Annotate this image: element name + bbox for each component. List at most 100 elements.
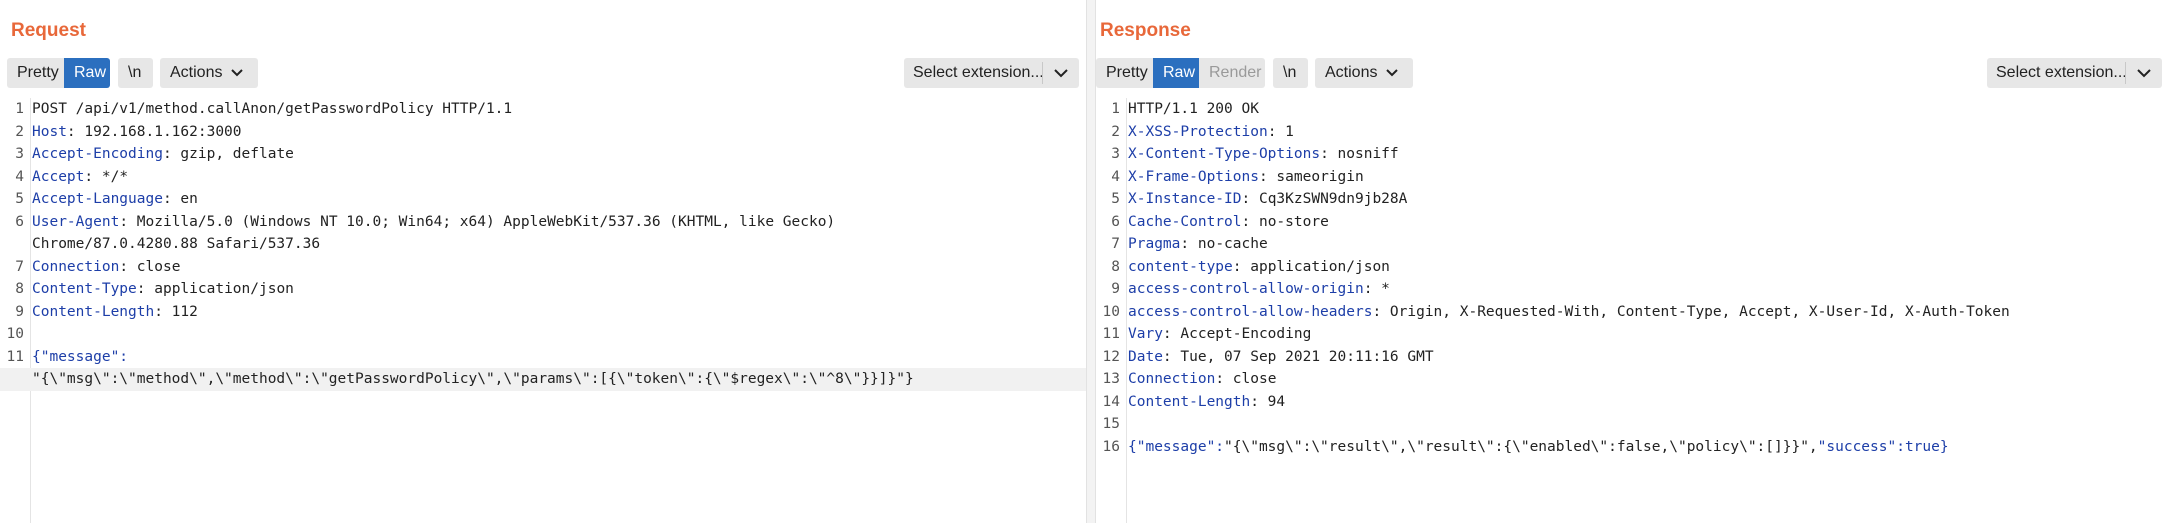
code-line: 7 Connection: close (0, 256, 1086, 279)
response-editor[interactable]: 1 HTTP/1.1 200 OK 2 X-XSS-Protection: 1 3 X-C… (1096, 98, 2182, 523)
line-text: X-Frame-Options: sameorigin (1128, 166, 1364, 189)
request-title: Request (11, 20, 86, 41)
code-line: 10 (0, 323, 1086, 346)
header-value: * (1372, 281, 1390, 297)
line-text: Accept-Language: en (32, 188, 198, 211)
line-text: {"message":"{\"msg\":\"result\",\"result… (1128, 436, 1949, 459)
line-number: 4 (15, 168, 24, 185)
request-extension-select[interactable]: Select extension... (904, 58, 1079, 88)
line-text: Pragma: no-cache (1128, 233, 1268, 256)
line-content: HTTP/1.1 200 OK (1128, 101, 1259, 117)
response-raw-button[interactable]: Raw (1153, 58, 1199, 88)
line-number: 16 (1102, 438, 1120, 455)
header-value: gzip, deflate (171, 146, 294, 162)
line-number: 5 (1111, 191, 1120, 207)
header-value: application/json (1241, 258, 1390, 275)
json-key: {"message": (32, 348, 129, 365)
header-value: 112 (162, 303, 198, 320)
response-pretty-button[interactable]: Pretty (1096, 58, 1153, 88)
line-number: 4 (1111, 168, 1120, 185)
line-number: 15 (1102, 416, 1120, 432)
code-line: 14 Content-Length: 94 (1096, 391, 2182, 414)
line-text: Chrome/87.0.4280.88 Safari/537.36 (32, 233, 320, 256)
header-value: 1 (1276, 123, 1294, 140)
response-toolbar: Pretty Raw Render \n Actions Select exte… (1096, 58, 2175, 88)
header-name: Content-Length (32, 303, 155, 320)
line-text: Date: Tue, 07 Sep 2021 20:11:16 GMT (1128, 346, 1434, 369)
line-text: Connection: close (32, 256, 180, 279)
code-line: 5 Accept-Language: en (0, 188, 1086, 211)
header-name: X-Instance-ID (1128, 191, 1242, 207)
header-separator: : (119, 213, 129, 230)
header-separator: : (66, 123, 76, 140)
chevron-down-icon (231, 69, 244, 77)
header-name: User-Agent (32, 213, 120, 230)
response-extension-select[interactable]: Select extension... (1987, 58, 2162, 88)
code-line: "{\"msg\":\"method\",\"method\":\"getPas… (0, 368, 1086, 391)
line-text: X-Content-Type-Options: nosniff (1128, 143, 1399, 166)
line-text: Accept: */* (32, 166, 128, 189)
code-line: Chrome/87.0.4280.88 Safari/537.36 (0, 233, 1086, 256)
code-line: 13 Connection: close (1096, 368, 2182, 391)
response-extension-label: Select extension... (1996, 64, 2127, 81)
line-number: 6 (15, 213, 24, 230)
request-actions-menu[interactable]: Actions (160, 58, 258, 88)
line-text: {"message": (32, 346, 128, 369)
response-render-button[interactable]: Render (1199, 58, 1265, 88)
line-text: Content-Length: 112 (32, 301, 198, 324)
line-text: X-XSS-Protection: 1 (1128, 121, 1294, 144)
line-content: "{\"msg\":\"method\",\"method\":\"getPas… (32, 371, 914, 387)
line-number: 7 (15, 258, 24, 275)
response-actions-menu[interactable]: Actions (1315, 58, 1413, 88)
line-number: 2 (1111, 123, 1120, 140)
header-value: sameorigin (1267, 168, 1364, 185)
code-line: 1 POST /api/v1/method.callAnon/getPasswor… (0, 98, 1086, 121)
request-editor[interactable]: 1 POST /api/v1/method.callAnon/getPasswor… (0, 98, 1086, 523)
request-raw-button[interactable]: Raw (64, 58, 110, 88)
header-separator: : (162, 191, 172, 207)
header-name: access-control-allow-origin (1128, 281, 1364, 297)
header-name: Vary (1128, 326, 1163, 342)
request-newline-toggle[interactable]: \n (118, 58, 153, 88)
header-separator: : (1162, 326, 1172, 342)
code-line: 2 Host: 192.168.1.162:3000 (0, 121, 1086, 144)
json-key: "success":true} (1817, 438, 1949, 455)
code-line: 4 Accept: */* (0, 166, 1086, 189)
request-actions-label: Actions (170, 64, 223, 81)
request-pretty-button[interactable]: Pretty (7, 58, 64, 88)
pane-splitter[interactable] (1086, 0, 1096, 523)
header-name: Connection (32, 258, 120, 275)
code-line: 3 Accept-Encoding: gzip, deflate (0, 143, 1086, 166)
header-separator: : (162, 146, 172, 162)
line-content: POST /api/v1/method.callAnon/getPassword… (32, 101, 513, 117)
line-number: 11 (6, 348, 24, 365)
code-line: 9 access-control-allow-origin: * (1096, 278, 2182, 301)
line-number: 9 (15, 303, 24, 320)
header-separator: : (1320, 146, 1329, 162)
header-value: Origin, X-Requested-With, Content-Type, … (1381, 303, 2010, 320)
header-name: Content-Length (1128, 393, 1251, 410)
code-line: 10 access-control-allow-headers: Origin, … (1096, 301, 2182, 324)
line-number: 2 (15, 123, 24, 140)
header-value: Mozilla/5.0 (Windows NT 10.0; Win64; x64… (128, 213, 836, 230)
header-value: no-store (1250, 213, 1329, 230)
line-number: 12 (1102, 348, 1120, 365)
header-name: X-Content-Type-Options (1128, 146, 1321, 162)
header-value: 94 (1258, 393, 1286, 410)
header-separator: : (119, 258, 129, 275)
code-line: 7 Pragma: no-cache (1096, 233, 2182, 256)
header-name: content-type (1128, 258, 1233, 275)
request-extension-label: Select extension... (913, 64, 1044, 81)
code-line: 11 Vary: Accept-Encoding (1096, 323, 2182, 346)
code-line: 6 User-Agent: Mozilla/5.0 (Windows NT 10.… (0, 211, 1086, 234)
response-newline-toggle[interactable]: \n (1273, 58, 1308, 88)
header-value: */* (93, 168, 129, 185)
line-number: 11 (1102, 326, 1120, 342)
header-separator: : (1180, 236, 1190, 252)
header-value: nosniff (1328, 146, 1399, 162)
code-line: 15 (1096, 413, 2182, 436)
code-line: 9 Content-Length: 112 (0, 301, 1086, 324)
header-name: Pragma (1128, 236, 1181, 252)
header-separator: : (136, 281, 146, 297)
header-value: en (171, 191, 198, 207)
